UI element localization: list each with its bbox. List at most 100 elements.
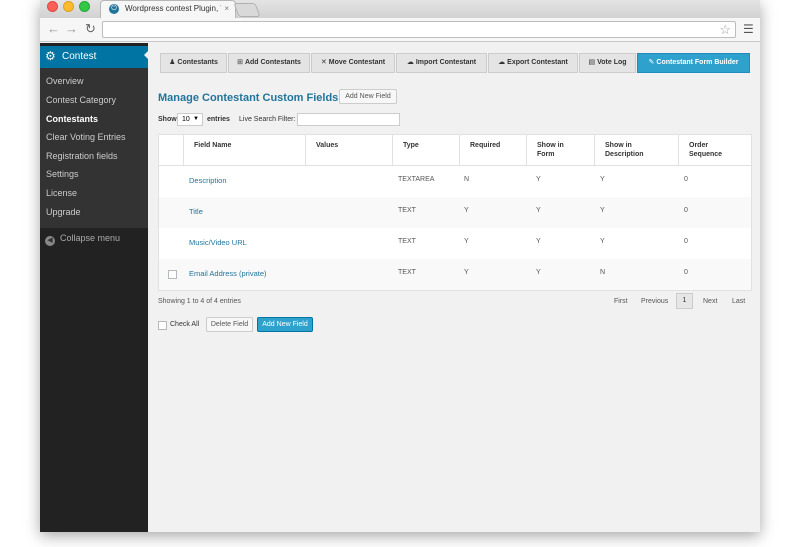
- power-icon: ⏻: [109, 4, 119, 14]
- address-bar[interactable]: ☆: [102, 21, 736, 38]
- browser-tab[interactable]: ⏻ Wordpress contest Plugin, W ×: [100, 0, 236, 18]
- field-name-link[interactable]: Music/Video URL: [189, 238, 247, 247]
- column-header-show-in-description[interactable]: Show in Description: [594, 135, 678, 166]
- current-menu-arrow: [144, 50, 149, 60]
- cell-order-sequence: 0: [684, 269, 688, 276]
- pagination-first[interactable]: First: [614, 298, 628, 305]
- field-name-link[interactable]: Email Address (private): [189, 269, 267, 278]
- close-window-button[interactable]: [47, 1, 58, 12]
- column-header-show-in-form[interactable]: Show in Form: [526, 135, 594, 166]
- bookmark-star-icon[interactable]: ☆: [719, 22, 731, 37]
- tab-close-icon[interactable]: ×: [224, 4, 229, 13]
- tab-move-contestant[interactable]: ✕ Move Contestant: [311, 53, 395, 73]
- tab-add-contestants[interactable]: ⊞ Add Contestants: [228, 53, 310, 73]
- cell-order-sequence: 0: [684, 207, 688, 214]
- cell-type: TEXTAREA: [398, 176, 435, 183]
- table-row: Email Address (private) TEXT Y Y N 0: [159, 259, 751, 290]
- browser-toolbar: ← → ↻ ☆ ☰: [40, 18, 760, 42]
- new-tab-button[interactable]: [233, 3, 261, 17]
- forward-arrow-icon[interactable]: →: [65, 22, 78, 36]
- live-search-input[interactable]: [297, 113, 400, 126]
- sidebar-item-settings[interactable]: Settings: [46, 169, 79, 179]
- column-header-type[interactable]: Type: [392, 135, 459, 166]
- sidebar-item-upgrade[interactable]: Upgrade: [46, 207, 81, 217]
- show-label: Show: [158, 116, 177, 123]
- plugin-tab-bar: ♟ Contestants ⊞ Add Contestants ✕ Move Cont…: [160, 53, 751, 73]
- search-label: Live Search Filter:: [239, 116, 296, 123]
- column-header-order-sequence[interactable]: Order Sequence: [678, 135, 751, 166]
- pagination-previous[interactable]: Previous: [641, 298, 668, 305]
- pagination-last[interactable]: Last: [732, 298, 745, 305]
- sidebar-item-license[interactable]: License: [46, 188, 77, 198]
- collapse-menu-button[interactable]: ◀ Collapse menu: [45, 233, 120, 246]
- tab-label: Vote Log: [597, 59, 627, 66]
- page-title: Manage Contestant Custom Fields: [158, 92, 339, 104]
- cell-show-in-form: Y: [536, 269, 541, 276]
- check-all-label[interactable]: Check All: [170, 321, 199, 328]
- cell-required: Y: [464, 238, 469, 245]
- plus-square-icon: ⊞: [237, 59, 243, 66]
- row-checkbox[interactable]: [168, 270, 177, 279]
- cell-required: Y: [464, 269, 469, 276]
- cell-show-in-description: Y: [600, 207, 605, 214]
- sidebar-item-overview[interactable]: Overview: [46, 76, 84, 86]
- person-icon: ♟: [169, 59, 176, 66]
- cell-show-in-form: Y: [536, 176, 541, 183]
- pagination-page-1[interactable]: 1: [676, 293, 693, 309]
- tab-vote-log[interactable]: ▤ Vote Log: [579, 53, 636, 73]
- tab-export-contestant[interactable]: ☁ Export Contestant: [488, 53, 578, 73]
- sidebar-item-registration-fields[interactable]: Registration fields: [46, 151, 118, 161]
- entries-label: entries: [207, 116, 230, 123]
- entries-per-page-select[interactable]: 10 ▼: [177, 113, 203, 126]
- check-all-checkbox[interactable]: [158, 321, 167, 330]
- column-header-values[interactable]: Values: [305, 135, 392, 166]
- cell-show-in-description: N: [600, 269, 606, 276]
- cloud-upload-icon: ☁: [406, 59, 414, 66]
- column-header-required[interactable]: Required: [459, 135, 526, 166]
- delete-field-button[interactable]: Delete Field: [206, 317, 253, 332]
- field-name-link[interactable]: Description: [189, 176, 227, 185]
- gear-icon: ⚙: [45, 49, 56, 63]
- add-new-field-button[interactable]: Add New Field: [257, 317, 313, 332]
- sidebar-item-contest-category[interactable]: Contest Category: [46, 95, 116, 105]
- cloud-download-icon: ☁: [498, 59, 506, 66]
- chevron-down-icon: ▼: [193, 116, 199, 122]
- pagination-next[interactable]: Next: [703, 298, 717, 305]
- tab-label: Move Contestant: [328, 59, 386, 66]
- minimize-window-button[interactable]: [63, 1, 74, 12]
- cell-show-in-description: Y: [600, 176, 605, 183]
- sidebar-item-clear-voting-entries[interactable]: Clear Voting Entries: [46, 132, 126, 142]
- field-name-link[interactable]: Title: [189, 207, 203, 216]
- table-info: Showing 1 to 4 of 4 entries: [158, 298, 241, 305]
- add-new-field-button-top[interactable]: Add New Field: [339, 89, 397, 104]
- admin-sidebar: ⚙ Contest Overview Contest Category Cont…: [40, 43, 149, 532]
- sidebar-header-contest[interactable]: ⚙ Contest: [40, 46, 148, 68]
- cell-show-in-form: Y: [536, 207, 541, 214]
- sidebar-submenu: Overview Contest Category Contestants Cl…: [40, 68, 148, 228]
- cell-type: TEXT: [398, 207, 416, 214]
- zoom-window-button[interactable]: [79, 1, 90, 12]
- back-arrow-icon[interactable]: ←: [47, 22, 60, 36]
- hamburger-menu-icon[interactable]: ☰: [743, 23, 754, 35]
- cell-show-in-form: Y: [536, 238, 541, 245]
- cell-type: TEXT: [398, 238, 416, 245]
- sidebar-header-label: Contest: [62, 51, 97, 62]
- sidebar-item-contestants[interactable]: Contestants: [46, 114, 98, 124]
- table-row: Title TEXT Y Y Y 0: [159, 197, 751, 228]
- browser-titlebar: ⏻ Wordpress contest Plugin, W ×: [40, 0, 760, 18]
- entries-select-value: 10: [182, 116, 190, 123]
- custom-fields-table: Field Name Values Type Required Show in …: [158, 134, 752, 291]
- table-header: Field Name Values Type Required Show in …: [159, 135, 751, 166]
- cell-required: Y: [464, 207, 469, 214]
- cell-type: TEXT: [398, 269, 416, 276]
- reload-icon[interactable]: ↻: [85, 22, 96, 36]
- cell-order-sequence: 0: [684, 176, 688, 183]
- column-header-field-name[interactable]: Field Name: [183, 135, 305, 166]
- tab-import-contestant[interactable]: ☁ Import Contestant: [396, 53, 487, 73]
- log-list-icon: ▤: [588, 59, 596, 66]
- tab-label: Contestants: [177, 59, 218, 66]
- tab-contestant-form-builder[interactable]: ✎ Contestant Form Builder: [637, 53, 750, 73]
- select-column-header: [159, 135, 183, 166]
- tab-contestants[interactable]: ♟ Contestants: [160, 53, 227, 73]
- browser-window: ⏻ Wordpress contest Plugin, W × ← → ↻ ☆ …: [40, 0, 760, 532]
